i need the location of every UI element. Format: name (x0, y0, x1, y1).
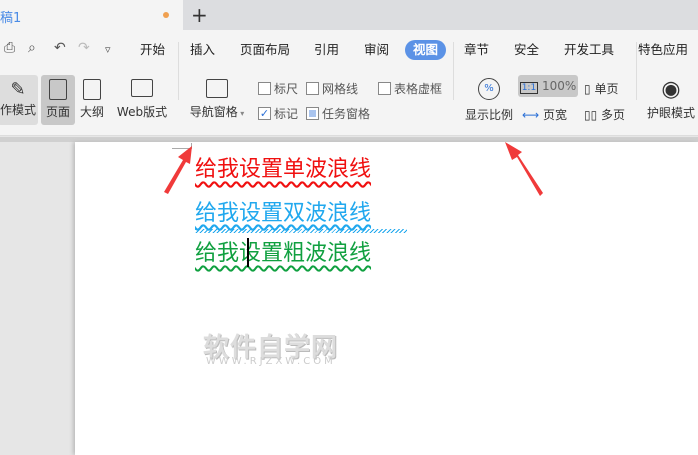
ribbon: ⎙ ⌕ ↶ ↷ ▿ 开始 插入 页面布局 引用 审阅 视图 章节 安全 开发工具… (0, 30, 698, 136)
task-pane-checkbox[interactable]: 任务窗格 (306, 105, 370, 122)
text-line-single-wavy[interactable]: 给我设置单波浪线 (195, 151, 371, 187)
web-view-button[interactable]: Web版式 (114, 79, 170, 120)
ruler-checkbox[interactable]: 标尺 (258, 80, 298, 97)
watermark-url: WWW.RJZXW.COM (206, 356, 336, 367)
multi-page-button[interactable]: ▯▯ 多页 (584, 106, 625, 123)
menu-layout[interactable]: 页面布局 (232, 40, 298, 60)
more-icon[interactable]: ▿ (105, 43, 111, 56)
document-page[interactable] (75, 142, 698, 455)
divider (453, 42, 454, 100)
single-page-button[interactable]: ▯ 单页 (584, 80, 618, 97)
margin-corner-mark (172, 143, 192, 149)
page-width-icon: ⟷ (522, 108, 540, 122)
print-icon[interactable]: ⎙ (4, 40, 15, 56)
undo-icon[interactable]: ↶ (54, 40, 66, 56)
document-tab[interactable]: 稿1 (0, 0, 183, 30)
redo-icon[interactable]: ↷ (78, 40, 90, 56)
eye-icon: ◉ (661, 77, 681, 102)
outline-view-button[interactable]: 大纲 (78, 79, 106, 120)
menu-insert[interactable]: 插入 (182, 40, 223, 60)
write-mode-button[interactable]: ✎ 作模式 (0, 75, 38, 125)
single-page-icon: ▯ (584, 82, 591, 96)
menu-security[interactable]: 安全 (506, 40, 547, 60)
text-line-thick-wavy[interactable]: 给我设置粗波浪线 (195, 235, 371, 271)
menu-chapter[interactable]: 章节 (456, 40, 497, 60)
new-tab-button[interactable]: + (191, 3, 208, 27)
gridlines-checkbox[interactable]: 网格线 (306, 80, 358, 97)
divider (636, 42, 637, 100)
page-view-button[interactable]: 页面 (41, 75, 75, 125)
divider (178, 42, 179, 100)
multi-page-icon: ▯▯ (584, 108, 598, 122)
unsaved-dot-icon (163, 12, 169, 18)
zoom-icon: % (478, 78, 500, 100)
nav-pane-button[interactable]: 导航窗格 ▾ (187, 79, 247, 120)
outline-icon (83, 79, 101, 100)
zoom-button[interactable]: % 显示比例 (462, 78, 516, 123)
nav-pane-icon (206, 79, 228, 98)
tab-title: 稿1 (0, 11, 22, 26)
zoom-100-button[interactable]: 1:1 100% (518, 75, 578, 97)
page-width-button[interactable]: ⟷ 页宽 (522, 106, 567, 123)
eye-mode-button[interactable]: ◉ 护眼模式 (644, 76, 698, 121)
menu-view[interactable]: 视图 (405, 40, 447, 60)
second-wavy-underline (195, 229, 407, 233)
marks-checkbox[interactable]: ✓ 标记 (258, 105, 298, 122)
pencil-icon: ✎ (10, 79, 26, 100)
page-icon (49, 79, 67, 100)
menu-references[interactable]: 引用 (306, 40, 347, 60)
tab-bar: 稿1 + (0, 0, 698, 30)
one-to-one-icon: 1:1 (519, 82, 539, 94)
table-gridlines-checkbox[interactable]: 表格虚框 (378, 80, 442, 97)
print-preview-icon[interactable]: ⌕ (28, 40, 36, 56)
menu-home[interactable]: 开始 (132, 40, 173, 60)
menu-features[interactable]: 特色应用 (630, 40, 696, 60)
web-icon (131, 79, 153, 97)
text-line-double-wavy[interactable]: 给我设置双波浪线 (195, 195, 371, 231)
menu-developer[interactable]: 开发工具 (556, 40, 622, 60)
menu-review[interactable]: 审阅 (356, 40, 397, 60)
text-caret (247, 238, 249, 267)
